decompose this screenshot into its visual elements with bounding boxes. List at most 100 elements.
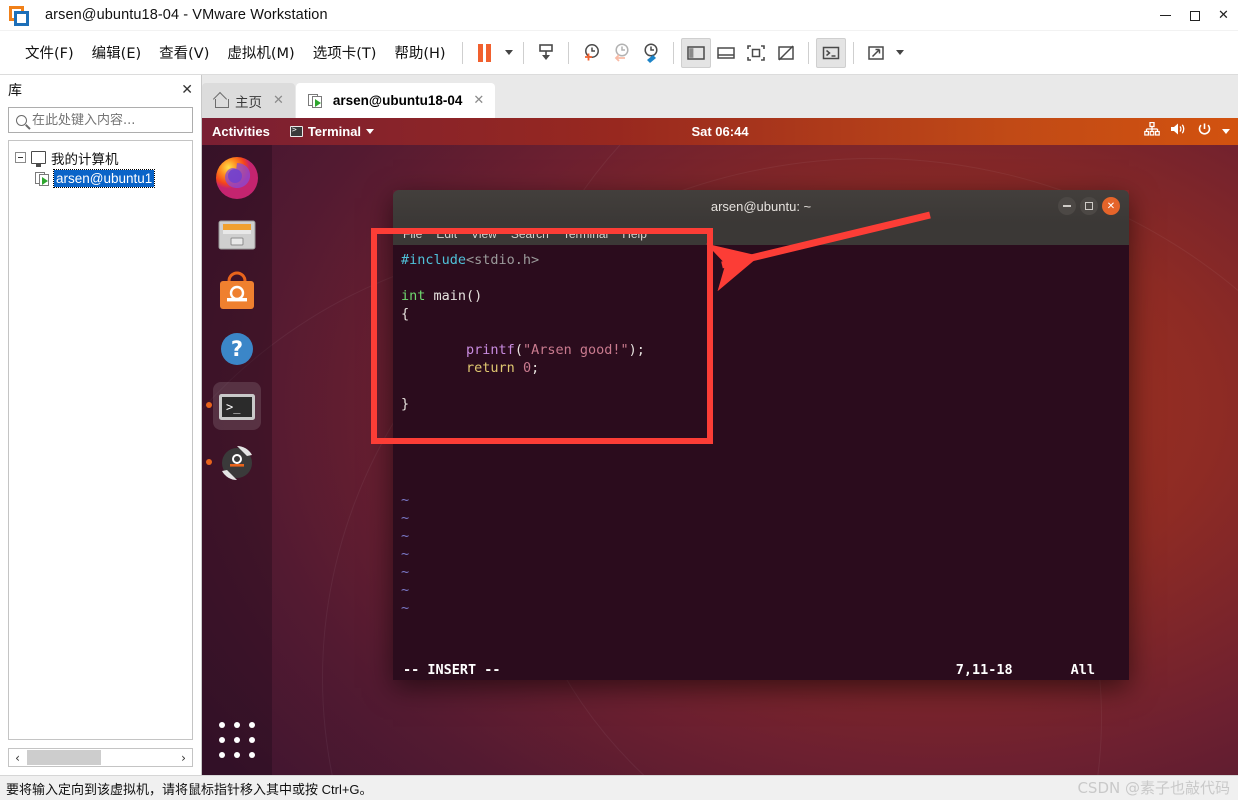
terminal-menu-file[interactable]: File <box>403 227 422 241</box>
vm-viewport[interactable]: Activities Terminal Sat 06:44 <box>202 118 1238 775</box>
tree-node-my-computer[interactable]: 我的计算机 <box>9 147 192 168</box>
menu-tabs[interactable]: 选项卡(T) <box>304 39 386 66</box>
code-token: #include <box>401 252 467 268</box>
window-controls: ✕ <box>1151 0 1238 31</box>
library-horizontal-scrollbar[interactable]: ‹ › <box>8 748 193 767</box>
vmware-logo-icon <box>9 4 31 26</box>
snapshot-manager-icon[interactable] <box>636 38 666 68</box>
code-token: 0 <box>522 360 532 376</box>
library-tree: 我的计算机 arsen@ubuntu1 <box>8 140 193 740</box>
scrollbar-thumb[interactable] <box>27 750 101 765</box>
menu-view[interactable]: 查看(V) <box>150 39 218 66</box>
svg-text:>_: >_ <box>226 400 241 414</box>
menu-file[interactable]: 文件(F) <box>16 39 83 66</box>
code-token: { <box>401 306 410 322</box>
menu-vm[interactable]: 虚拟机(M) <box>218 39 303 66</box>
close-icon[interactable]: ✕ <box>470 93 487 108</box>
console-view-icon[interactable] <box>815 37 846 68</box>
library-panel: 库 ✕ 我的计算机 arsen@ubuntu1 ‹ <box>0 75 216 775</box>
vm-icon <box>307 93 324 108</box>
terminal-window[interactable]: arsen@ubuntu: ~ ✕ File Edit View Search … <box>393 190 1129 680</box>
scroll-right-icon[interactable]: › <box>175 751 192 765</box>
terminal-menu-edit[interactable]: Edit <box>436 227 457 241</box>
code-token: () <box>466 288 483 304</box>
app-window: arsen@ubuntu18-04 - VMware Workstation ✕… <box>0 0 1238 800</box>
running-indicator-dot <box>206 402 212 408</box>
menu-edit[interactable]: 编辑(E) <box>83 39 150 66</box>
code-line: printf("Arsen good!"); <box>401 341 1121 359</box>
stretch-dropdown-caret-icon[interactable] <box>891 38 907 68</box>
running-indicator-dot <box>206 459 212 465</box>
ubuntu-dock: ? >_ <box>202 145 272 775</box>
tree-node-vm[interactable]: arsen@ubuntu1 <box>9 168 192 189</box>
snapshot-revert-icon[interactable] <box>606 38 636 68</box>
show-library-icon[interactable] <box>680 37 711 68</box>
watermark: CSDN @素子也敲代码 <box>1077 779 1230 797</box>
code-token: main <box>433 288 467 304</box>
code-token: ); <box>628 342 645 358</box>
dock-item-firefox[interactable] <box>213 154 261 202</box>
terminal-menu-help[interactable]: Help <box>622 227 647 241</box>
show-applications-icon[interactable] <box>216 719 258 761</box>
snapshot-take-icon[interactable] <box>576 38 606 68</box>
search-input[interactable] <box>32 112 202 128</box>
search-icon <box>16 114 27 126</box>
terminal-title: arsen@ubuntu: ~ <box>710 199 812 214</box>
vim-mode-indicator: -- INSERT -- <box>403 662 501 678</box>
dock-item-files[interactable] <box>213 211 261 259</box>
terminal-minimize-button[interactable] <box>1058 197 1076 215</box>
code-token: return <box>466 360 515 376</box>
tab-vm[interactable]: arsen@ubuntu18-04 ✕ <box>295 83 496 118</box>
empty-line-marker: ~ <box>401 600 410 616</box>
window-maximize-button[interactable] <box>1180 0 1209 31</box>
terminal-menu-view[interactable]: View <box>471 227 497 241</box>
scroll-left-icon[interactable]: ‹ <box>9 751 26 765</box>
close-icon[interactable]: ✕ <box>270 93 287 108</box>
collapse-toggle-icon[interactable] <box>15 152 26 163</box>
unity-mode-icon[interactable] <box>771 38 801 68</box>
vim-status-line: -- INSERT -- 7,11-18 All <box>393 660 1129 680</box>
tab-label: arsen@ubuntu18-04 <box>332 93 463 108</box>
code-token: ; <box>531 360 540 376</box>
terminal-close-button[interactable]: ✕ <box>1102 197 1120 215</box>
toolbar-separator <box>522 41 524 64</box>
computer-icon <box>31 151 46 167</box>
code-line <box>401 377 1121 395</box>
dock-item-help[interactable]: ? <box>213 325 261 373</box>
code-line <box>401 323 1121 341</box>
show-thumbnail-bar-icon[interactable] <box>711 38 741 68</box>
vim-empty-line-markers: ~ ~ ~ ~ ~ ~ ~ <box>401 491 1121 617</box>
dock-item-terminal[interactable]: >_ <box>206 382 261 430</box>
menu-help[interactable]: 帮助(H) <box>385 39 454 66</box>
dock-item-software-updater[interactable] <box>206 439 261 487</box>
empty-line-marker: ~ <box>401 510 410 526</box>
code-line: int main() <box>401 287 1121 305</box>
dock-item-ubuntu-software[interactable] <box>213 268 261 316</box>
window-minimize-button[interactable] <box>1151 0 1180 31</box>
empty-line-marker: ~ <box>401 582 410 598</box>
code-line: #include<stdio.h> <box>401 251 1121 269</box>
menubar: 文件(F) 编辑(E) 查看(V) 虚拟机(M) 选项卡(T) 帮助(H) <box>0 31 1238 75</box>
clock[interactable]: Sat 06:44 <box>202 124 1238 139</box>
terminal-menu-terminal[interactable]: Terminal <box>563 227 608 241</box>
code-token: } <box>401 396 410 412</box>
vim-editor[interactable]: #include<stdio.h> int main(){ printf("Ar… <box>393 245 1129 680</box>
library-search-box[interactable] <box>8 107 216 133</box>
toolbar-separator <box>852 41 854 64</box>
library-header: 库 ✕ <box>0 75 201 105</box>
tab-home[interactable]: 主页 ✕ <box>202 83 295 118</box>
tab-strip: 主页 ✕ arsen@ubuntu18-04 ✕ <box>202 75 1238 118</box>
terminal-menu-search[interactable]: Search <box>511 227 549 241</box>
code-token: "Arsen good!" <box>522 342 629 358</box>
window-close-button[interactable]: ✕ <box>1209 0 1238 31</box>
pause-dropdown-caret-icon[interactable] <box>500 38 516 68</box>
toolbar-separator <box>461 41 463 64</box>
send-ctrl-alt-del-icon[interactable] <box>531 38 561 68</box>
stretch-guest-icon[interactable] <box>861 38 891 68</box>
pause-icon[interactable] <box>470 38 500 68</box>
terminal-maximize-button[interactable] <box>1080 197 1098 215</box>
empty-line-marker: ~ <box>401 564 410 580</box>
close-icon[interactable]: ✕ <box>181 82 193 98</box>
full-screen-icon[interactable] <box>741 38 771 68</box>
